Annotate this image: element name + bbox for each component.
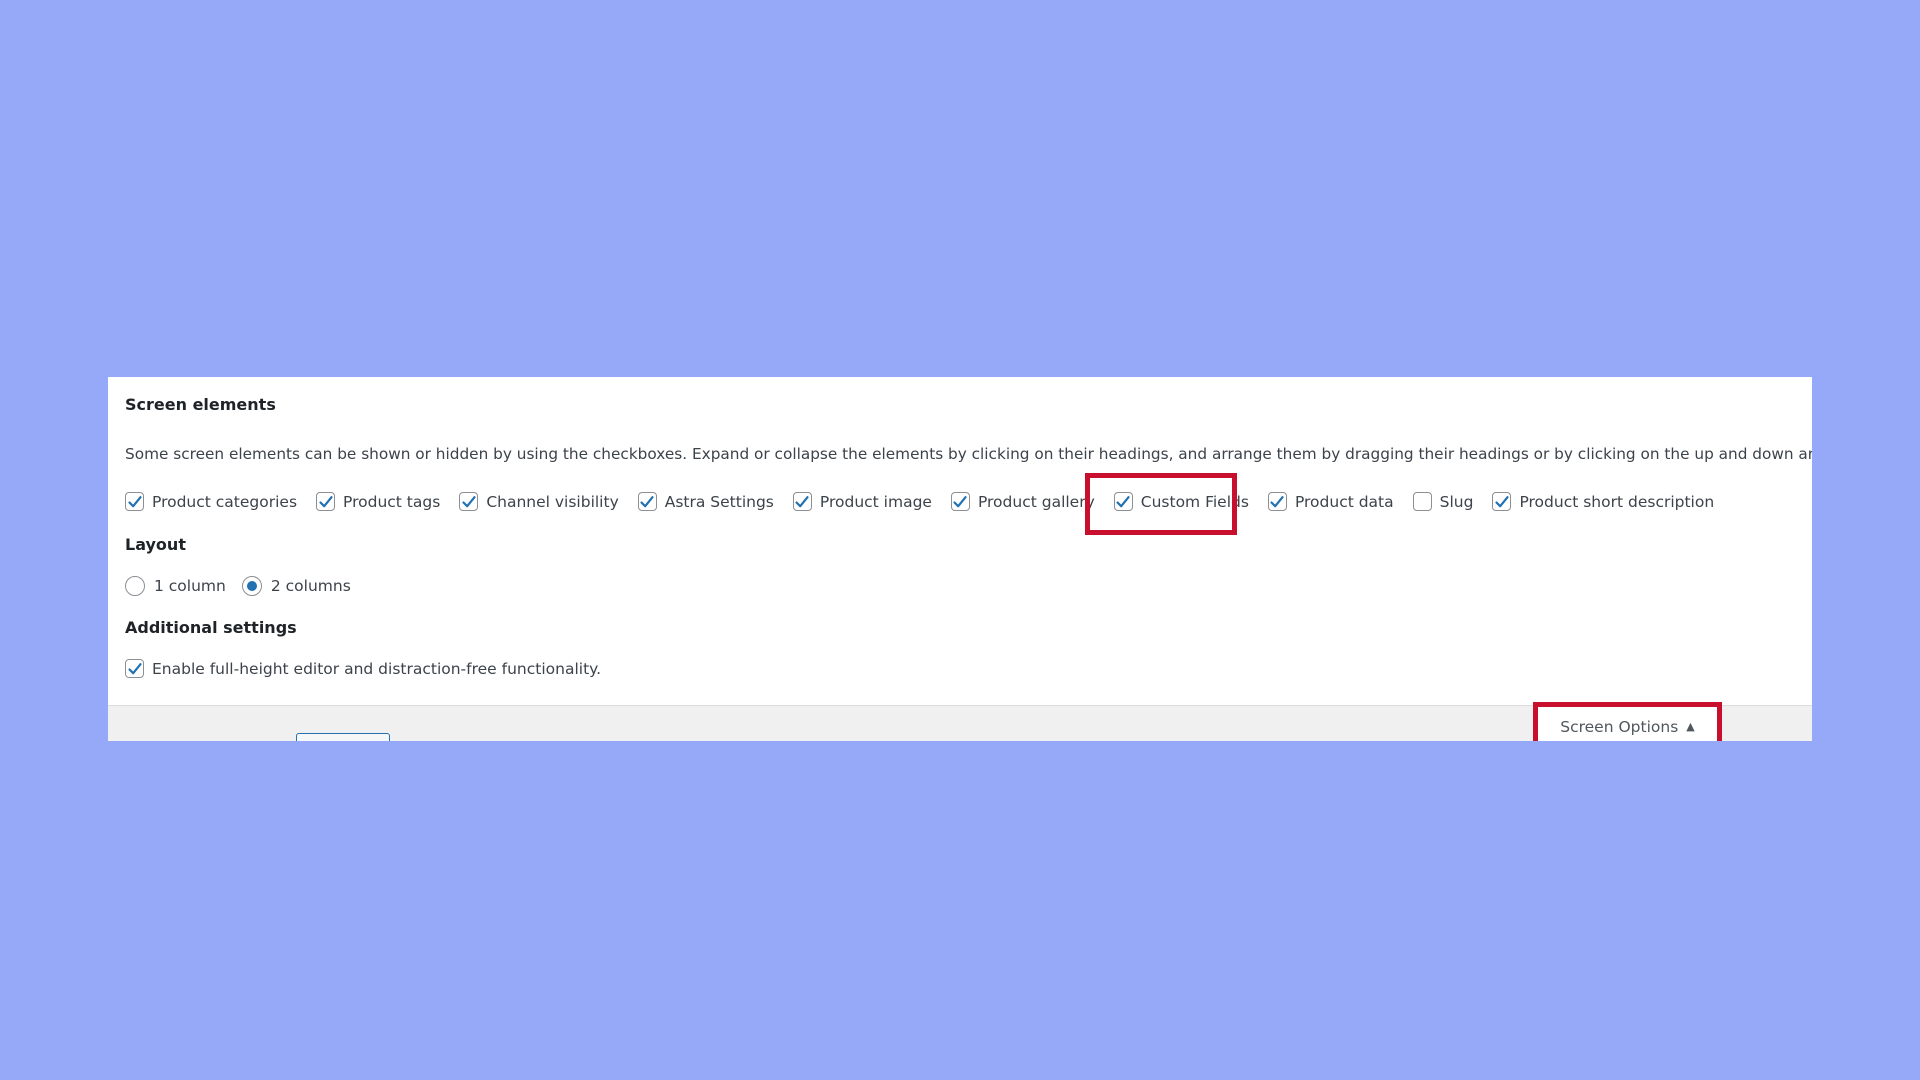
option-astra-settings[interactable]: Astra Settings	[637, 492, 774, 511]
option-label: Astra Settings	[664, 492, 774, 511]
add-new-button-partial[interactable]	[296, 733, 390, 741]
option-label: Product tags	[343, 492, 441, 511]
layout-option-1-column[interactable]: 1 column	[125, 576, 226, 596]
option-label: Product image	[819, 492, 932, 511]
option-label: Channel visibility	[486, 492, 619, 511]
option-product-categories[interactable]: Product categories	[125, 492, 297, 511]
checkbox-product-categories[interactable]	[125, 492, 144, 511]
screen-elements-description: Some screen elements can be shown or hid…	[125, 445, 1812, 463]
option-product-image[interactable]: Product image	[792, 492, 932, 511]
radio-2-columns[interactable]	[241, 576, 262, 596]
option-product-data[interactable]: Product data	[1267, 492, 1394, 511]
option-label: Product short description	[1519, 492, 1715, 511]
option-product-short-description[interactable]: Product short description	[1492, 492, 1714, 511]
screen-options-panel: Screen elements Some screen elements can…	[108, 377, 1812, 741]
additional-settings-options: Enable full-height editor and distractio…	[125, 659, 620, 678]
option-slug[interactable]: Slug	[1412, 492, 1474, 511]
option-product-tags[interactable]: Product tags	[316, 492, 440, 511]
checkbox-product-image[interactable]	[792, 492, 812, 511]
option-label: Enable full-height editor and distractio…	[152, 659, 602, 678]
option-label: Slug	[1439, 492, 1474, 511]
screen-elements-options: Product categories Product tags Channel …	[125, 492, 1733, 511]
checkbox-custom-fields[interactable]	[1113, 492, 1133, 511]
arrow-up-icon: ▲	[1686, 719, 1695, 733]
checkbox-product-short-description[interactable]	[1492, 492, 1512, 511]
option-label: Product gallery	[977, 492, 1095, 511]
checkbox-product-gallery[interactable]	[950, 492, 970, 511]
checkbox-slug[interactable]	[1412, 492, 1432, 511]
screen-elements-heading: Screen elements	[125, 395, 276, 414]
option-product-gallery[interactable]: Product gallery	[950, 492, 1095, 511]
layout-heading: Layout	[125, 535, 186, 554]
radio-1-column[interactable]	[125, 576, 145, 596]
screen-options-button[interactable]: Screen Options ▲	[1538, 707, 1717, 741]
option-label: Custom Fields	[1140, 492, 1249, 511]
option-label: Product data	[1294, 492, 1394, 511]
option-full-height-editor[interactable]: Enable full-height editor and distractio…	[125, 659, 601, 678]
screen-options-label: Screen Options	[1560, 718, 1679, 736]
additional-settings-heading: Additional settings	[125, 618, 297, 637]
layout-options: 1 column 2 columns	[125, 576, 367, 596]
screen-options-highlight: Screen Options ▲	[1533, 702, 1722, 741]
option-label: 1 column	[154, 577, 226, 595]
checkbox-channel-visibility[interactable]	[459, 492, 479, 511]
checkbox-astra-settings[interactable]	[637, 492, 657, 511]
checkbox-product-tags[interactable]	[316, 492, 336, 511]
option-custom-fields[interactable]: Custom Fields	[1113, 492, 1249, 511]
option-channel-visibility[interactable]: Channel visibility	[459, 492, 619, 511]
option-label: 2 columns	[270, 577, 351, 595]
checkbox-product-data[interactable]	[1267, 492, 1287, 511]
option-label: Product categories	[152, 492, 298, 511]
checkbox-full-height-editor[interactable]	[125, 659, 144, 678]
layout-option-2-columns[interactable]: 2 columns	[241, 576, 351, 596]
